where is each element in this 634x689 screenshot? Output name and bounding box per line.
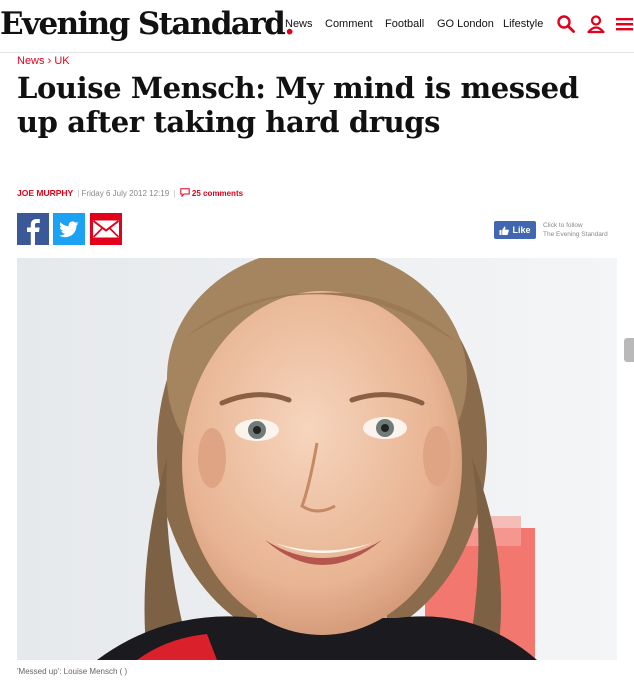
byline-divider: | [77, 189, 80, 198]
nav-news[interactable]: News [285, 18, 313, 30]
follow-prompt: Click to follow The Evening Standard [543, 221, 608, 239]
thumbs-up-icon [499, 226, 510, 235]
byline: JOE MURPHY | Friday 6 July 2012 12:19 | 2… [17, 188, 243, 198]
email-icon [92, 220, 120, 238]
article-headline: Louise Mensch: My mind is messed up afte… [17, 71, 579, 139]
nav-comment[interactable]: Comment [325, 18, 373, 30]
follow-prompt-line2: The Evening Standard [543, 231, 608, 238]
nav-lifestyle[interactable]: Lifestyle [503, 18, 543, 30]
twitter-share-button[interactable] [53, 213, 85, 245]
byline-divider: | [173, 189, 176, 198]
follow-prompt-line1: Click to follow [543, 222, 583, 229]
author-link[interactable]: JOE MURPHY [17, 188, 73, 198]
comments-link[interactable]: 25 comments [179, 188, 243, 198]
breadcrumb-news[interactable]: News [17, 55, 45, 67]
breadcrumb-uk[interactable]: UK [54, 55, 69, 67]
site-logo[interactable]: Evening Standard. [0, 6, 295, 42]
side-panel-tab[interactable] [624, 338, 634, 362]
twitter-icon [59, 221, 79, 238]
facebook-icon [27, 219, 40, 245]
article-photo[interactable] [17, 258, 617, 660]
nav-football[interactable]: Football [385, 18, 424, 30]
publish-date: Friday 6 July 2012 12:19 [81, 189, 170, 198]
search-icon[interactable] [556, 14, 576, 39]
nav-go-london[interactable]: GO London [437, 18, 494, 30]
site-header: Evening Standard. News Comment Football … [0, 0, 634, 53]
portrait-illustration [17, 258, 617, 660]
comment-icon [179, 188, 190, 198]
breadcrumb: News › UK [17, 55, 70, 67]
facebook-share-button[interactable] [17, 213, 49, 245]
facebook-like-button[interactable]: Like [494, 221, 536, 239]
breadcrumb-separator: › [47, 55, 52, 67]
email-share-button[interactable] [90, 213, 122, 245]
account-icon[interactable] [586, 14, 606, 39]
menu-icon[interactable] [615, 14, 634, 39]
photo-caption: 'Messed up': Louise Mensch ( ) [17, 667, 128, 676]
